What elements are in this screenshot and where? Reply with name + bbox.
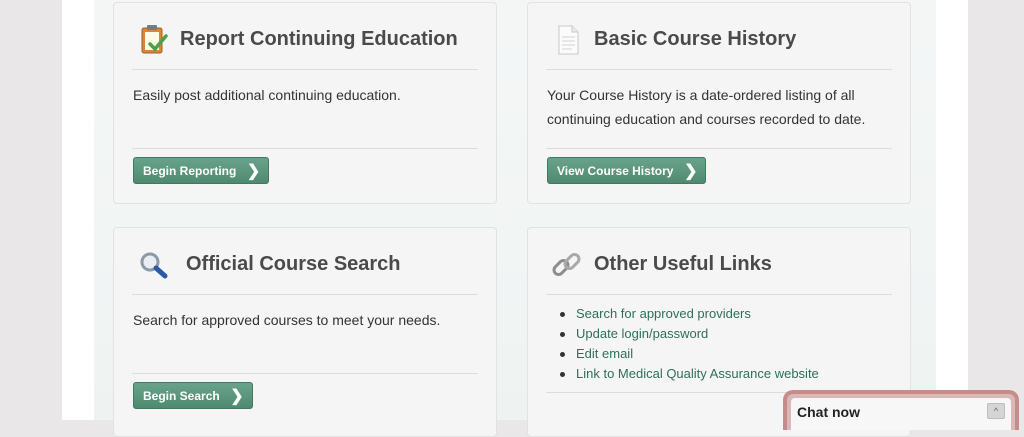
divider	[546, 69, 892, 70]
card-description: Easily post additional continuing educat…	[133, 87, 401, 103]
card-title: Official Course Search	[186, 253, 401, 275]
card-title: Other Useful Links	[594, 253, 772, 275]
button-label: Begin Search	[143, 389, 220, 403]
button-label: View Course History	[557, 164, 674, 178]
chevron-right-icon: ❯	[246, 163, 261, 180]
view-course-history-button[interactable]: View Course History ❯	[547, 157, 707, 184]
link-edit-email[interactable]: Edit email	[558, 344, 819, 364]
card-header: Official Course Search	[114, 228, 496, 296]
content-area: Report Continuing Education Easily post …	[94, 0, 936, 437]
card-description: Your Course History is a date-ordered li…	[547, 87, 866, 127]
divider	[546, 294, 892, 295]
divider	[132, 148, 478, 149]
divider	[132, 373, 478, 374]
chevron-up-icon[interactable]: ^	[987, 403, 1005, 419]
course-search-card: Official Course Search Search for approv…	[113, 227, 497, 437]
magnifier-icon	[136, 248, 170, 282]
card-title: Basic Course History	[594, 28, 797, 50]
clipboard-check-icon	[136, 23, 170, 57]
card-description: Search for approved courses to meet your…	[133, 312, 441, 328]
chain-link-icon	[550, 248, 584, 282]
button-label: Begin Reporting	[143, 164, 237, 178]
useful-links-list: Search for approved providers Update log…	[558, 304, 819, 384]
chat-bar: Chat now ^	[791, 398, 1011, 430]
report-ce-card: Report Continuing Education Easily post …	[113, 2, 497, 204]
begin-reporting-button[interactable]: Begin Reporting ❯	[133, 157, 270, 184]
divider	[546, 148, 892, 149]
divider	[132, 294, 478, 295]
link-approved-providers[interactable]: Search for approved providers	[558, 304, 819, 324]
course-history-card: Basic Course History Your Course History…	[527, 2, 911, 204]
card-title: Report Continuing Education	[180, 28, 458, 50]
begin-search-button[interactable]: Begin Search ❯	[133, 382, 253, 409]
link-mqa-website[interactable]: Link to Medical Quality Assurance websit…	[558, 364, 819, 384]
card-header: Report Continuing Education	[114, 3, 496, 71]
page: Report Continuing Education Easily post …	[62, 0, 968, 437]
chat-widget[interactable]: Chat now ^	[783, 390, 1019, 430]
document-icon	[550, 23, 584, 57]
card-header: Other Useful Links	[528, 228, 910, 296]
chat-now-label[interactable]: Chat now	[797, 404, 860, 420]
divider	[132, 69, 478, 70]
link-update-login[interactable]: Update login/password	[558, 324, 819, 344]
chevron-right-icon: ❯	[230, 388, 244, 405]
card-header: Basic Course History	[528, 3, 910, 71]
chevron-right-icon: ❯	[684, 163, 698, 180]
